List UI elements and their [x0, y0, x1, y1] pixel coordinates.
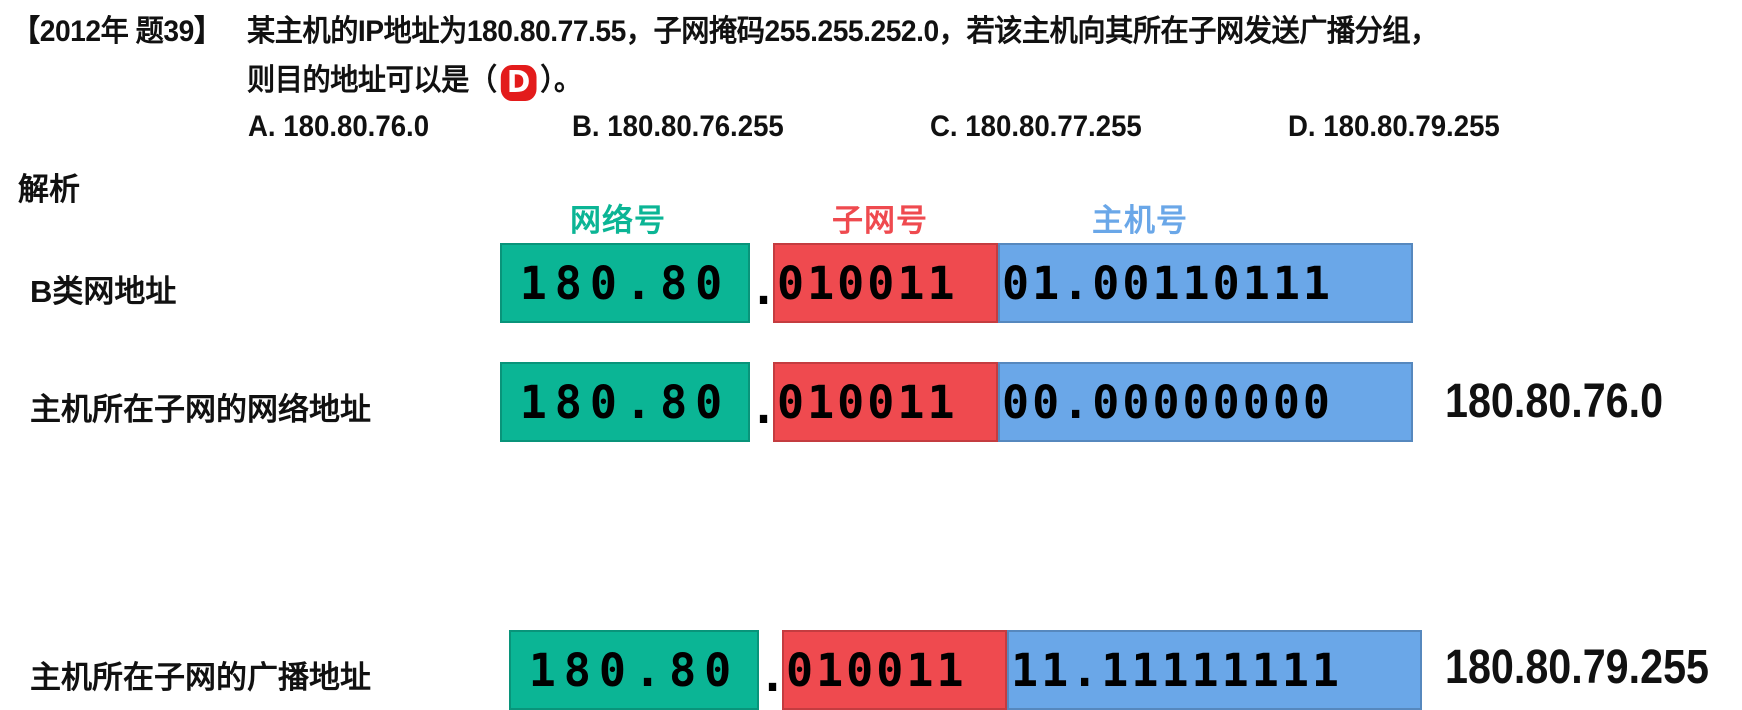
network-part: 180.80 — [500, 362, 750, 442]
host-part: 11.11111111 — [1007, 630, 1422, 710]
broadcast-address-result: 180.80.79.255 — [1445, 641, 1709, 694]
host-part: 00.00000000 — [998, 362, 1413, 442]
question-text-line2: 则目的地址可以是（ D）。 — [247, 55, 582, 101]
question-line2-prefix: 则目的地址可以是（ — [247, 64, 497, 97]
question-line2-suffix: ）。 — [540, 64, 582, 97]
subnet-part: 010011 — [782, 630, 1007, 710]
option-c: C. 180.80.77.255 — [930, 110, 1142, 143]
answer-badge: D — [500, 65, 537, 101]
legend-host: 主机号 — [1092, 203, 1188, 238]
option-a: A. 180.80.76.0 — [248, 110, 430, 143]
network-part: 180.80 — [509, 630, 759, 710]
legend-subnet: 子网号 — [832, 203, 928, 238]
question-tag: 【2012年 题39】 — [12, 15, 222, 48]
row-label-broadcast-address: 主机所在子网的广播地址 — [30, 660, 371, 695]
row-label-subnet-address: 主机所在子网的网络地址 — [30, 392, 371, 427]
network-part: 180.80 — [500, 243, 750, 323]
subnet-address-result: 180.80.76.0 — [1445, 375, 1664, 428]
option-b: B. 180.80.76.255 — [572, 110, 784, 143]
row-label-class-b: B类网地址 — [30, 274, 177, 309]
option-d: D. 180.80.79.255 — [1288, 110, 1500, 143]
analysis-title: 解析 — [18, 172, 80, 207]
question-text-line1: 某主机的IP地址为180.80.77.55，子网掩码255.255.252.0，… — [247, 15, 1438, 48]
legend-network: 网络号 — [570, 203, 666, 238]
subnet-part: 010011 — [773, 243, 998, 323]
host-part: 01.00110111 — [998, 243, 1413, 323]
subnet-part: 010011 — [773, 362, 998, 442]
